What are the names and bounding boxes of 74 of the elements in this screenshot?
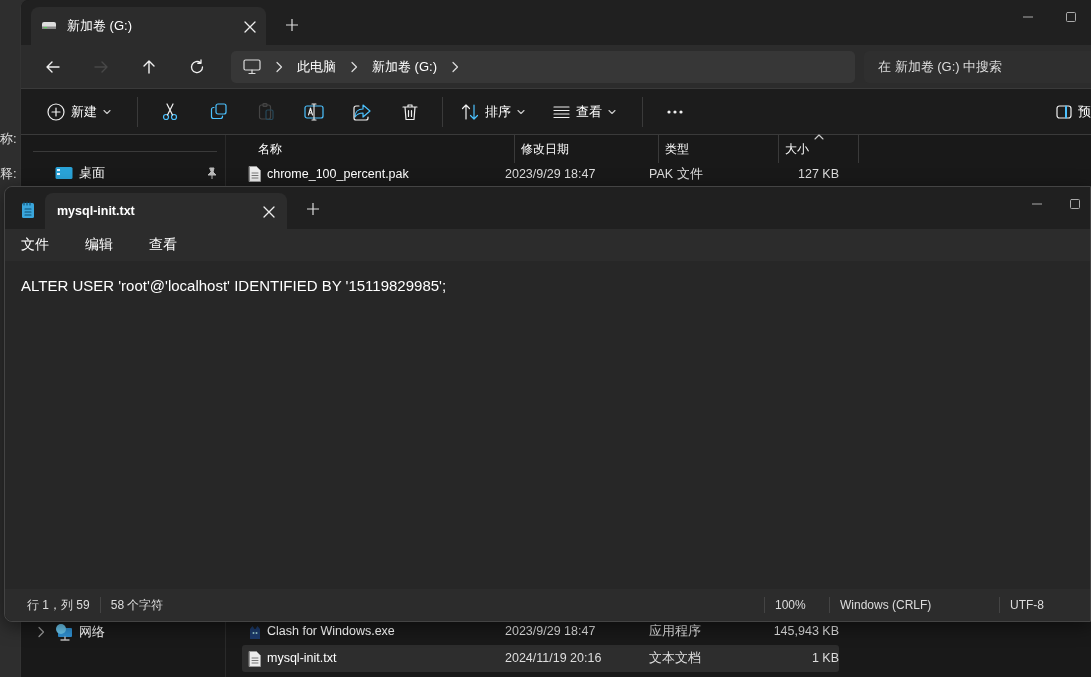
file-date: 2024/11/19 20:16	[504, 650, 603, 668]
lines-icon	[553, 104, 570, 119]
file-size: 1 KB	[810, 650, 839, 668]
clipboard-icon	[257, 102, 275, 121]
status-text: UTF-8	[999, 597, 1090, 613]
new-button[interactable]: 新建	[37, 93, 121, 130]
column-header[interactable]: 类型	[659, 135, 779, 163]
plus-icon	[286, 18, 298, 31]
text-content: ALTER USER 'root'@'localhost' IDENTIFIED BY '15119829985';	[21, 277, 447, 294]
menu-item[interactable]: 文件	[11, 232, 59, 258]
file-row[interactable]: Clash for Windows.exe 2023/9/29 18:47 应用程序 145,943 KB	[242, 618, 839, 645]
plus-icon	[307, 202, 319, 215]
computer-icon	[243, 58, 261, 75]
address-bar[interactable]: 此电脑 新加卷 (G:)	[231, 50, 855, 83]
copy-icon	[209, 103, 227, 120]
network-globe-icon	[55, 622, 73, 641]
minimize-icon	[1023, 16, 1033, 18]
file-type: 应用程序	[648, 623, 702, 641]
more-icon	[666, 108, 684, 115]
file-row[interactable]: mysql-init.txt 2024/11/19 20:16 文本文档 1 KB	[242, 645, 839, 672]
close-icon	[262, 205, 275, 218]
caret-icon	[103, 108, 111, 115]
file-row[interactable]: chrome_100_percent.pak 2023/9/29 18:47 PAK 文件 127 KB	[242, 163, 839, 185]
chevron-icon	[275, 60, 283, 73]
address-segment[interactable]: 此电脑	[297, 56, 336, 77]
document-icon	[248, 649, 262, 668]
file-name: Clash for Windows.exe	[267, 623, 395, 641]
text-fragment: 称:	[0, 130, 17, 148]
file-size: 145,943 KB	[772, 623, 839, 641]
file-type: 文本文档	[648, 650, 702, 668]
preview-pane-button[interactable]: 预	[1044, 93, 1091, 130]
sidebar-item[interactable]: 桌面	[21, 162, 225, 184]
maximize-icon	[1066, 12, 1076, 22]
sort-arrows-icon	[461, 102, 479, 121]
file-name: mysql-init.txt	[267, 650, 337, 668]
caret-icon	[517, 108, 525, 115]
maximize-icon	[1070, 199, 1080, 209]
plus-circle-icon	[47, 102, 65, 121]
status-text: 100%	[764, 597, 829, 613]
status-text: Windows (CRLF)	[829, 597, 999, 613]
column-header[interactable]: 修改日期	[515, 135, 659, 163]
caret-icon	[608, 108, 616, 115]
file-date: 2023/9/29 18:47	[504, 165, 597, 183]
rename-icon	[304, 102, 324, 121]
sidebar-item[interactable]: 网络	[21, 618, 225, 645]
menu-item[interactable]: 查看	[139, 232, 187, 258]
document-icon	[248, 165, 262, 183]
file-date: 2023/9/29 18:47	[504, 623, 597, 641]
scissors-icon	[162, 102, 178, 121]
close-icon	[244, 20, 256, 33]
column-header[interactable]: 名称	[242, 135, 515, 163]
sort-button[interactable]: 排序	[451, 93, 535, 130]
view-button[interactable]: 查看	[543, 93, 626, 130]
text-fragment: 释:	[0, 165, 17, 183]
status-text: 58 个字符	[99, 597, 174, 613]
desktop-folder-icon	[55, 166, 73, 180]
notepad-icon	[21, 201, 35, 219]
chevron-icon	[451, 60, 459, 73]
share-icon	[353, 102, 371, 121]
menu-item[interactable]: 编辑	[75, 232, 123, 258]
file-type: PAK 文件	[648, 165, 704, 183]
cat-icon	[248, 623, 262, 640]
minimize-icon	[1032, 203, 1042, 205]
file-size: 127 KB	[797, 165, 839, 183]
panel-icon	[1056, 104, 1072, 119]
status-text: 行 1，列 59	[26, 597, 91, 613]
column-header[interactable]: 大小	[779, 135, 859, 163]
window-tab[interactable]: 新加卷 (G:)	[31, 7, 266, 45]
address-segment[interactable]: 新加卷 (G:)	[372, 56, 437, 77]
file-name: chrome_100_percent.pak	[267, 165, 409, 183]
chevron-icon	[350, 60, 358, 73]
trash-icon	[402, 102, 418, 121]
window-tab[interactable]: mysql-init.txt	[45, 193, 287, 229]
drive-icon	[41, 21, 57, 31]
